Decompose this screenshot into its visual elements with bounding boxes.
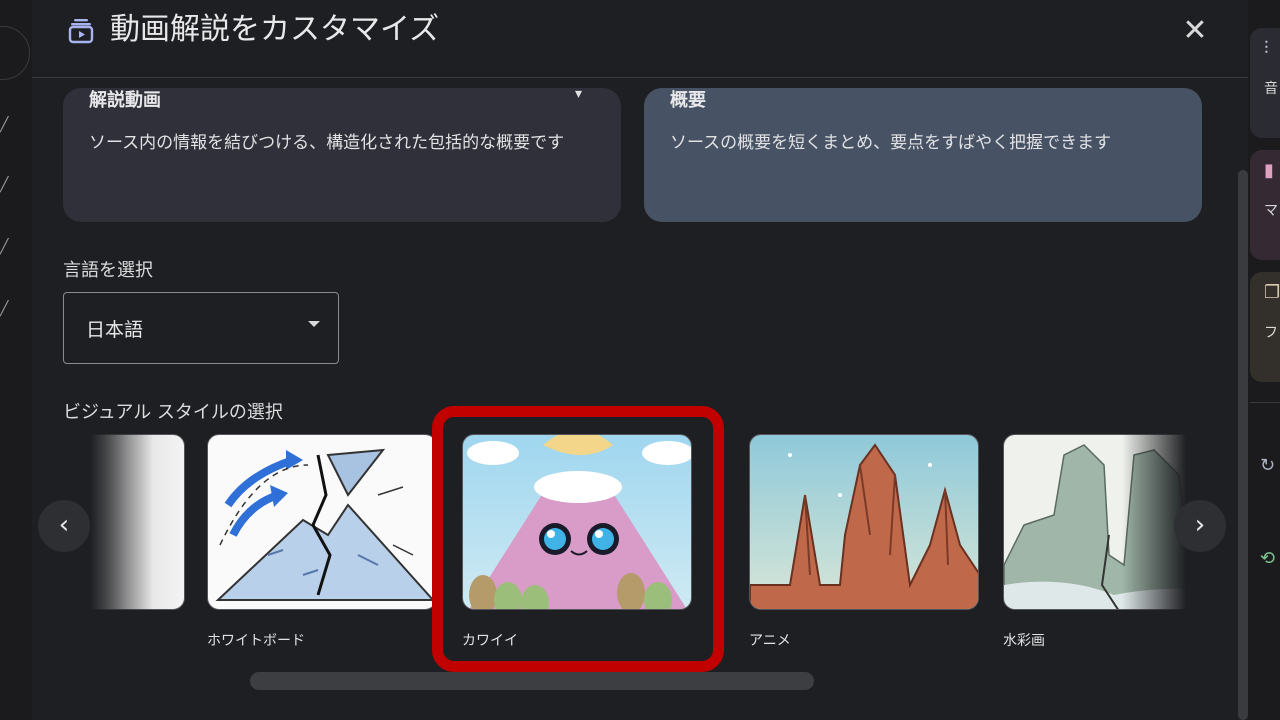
flashcards-icon: ❐: [1264, 282, 1280, 303]
edit-icon: ╱: [0, 177, 9, 193]
carousel-next-button[interactable]: ›: [1174, 500, 1226, 552]
customize-video-dialog: 動画解説をカスタマイズ ✕ 解説動画 ▾ ソース内の情報を結びつける、構造化され…: [32, 0, 1248, 720]
format-card-explainer[interactable]: 解説動画 ▾ ソース内の情報を結びつける、構造化された包括的な概要です: [63, 88, 621, 222]
side-card-flashcards[interactable]: ❐ フ: [1250, 272, 1280, 382]
refresh-icon[interactable]: ↻: [1260, 455, 1275, 476]
side-card-mindmap[interactable]: ▮ マ: [1250, 150, 1280, 260]
style-carousel: ホワイトボード カワイイ アニメ 水彩画: [63, 428, 1202, 694]
dialog-header: 動画解説をカスタマイズ ✕: [32, 0, 1248, 78]
language-select[interactable]: 日本語: [63, 292, 339, 364]
divider: [1250, 402, 1280, 403]
visual-style-label: ビジュアル スタイルの選択: [63, 402, 283, 423]
style-label: ホワイトボード: [207, 633, 305, 649]
chevron-down-icon: [308, 321, 320, 327]
style-label: アニメ: [749, 633, 791, 649]
carousel-fade-left: [63, 428, 153, 694]
anime-rocks-thumbnail: [749, 434, 979, 610]
mindmap-icon: ▮: [1264, 160, 1274, 181]
edit-icon: ╱: [0, 117, 9, 133]
close-button[interactable]: ✕: [1180, 16, 1210, 46]
side-card-label: 音: [1264, 81, 1278, 97]
side-card-audio[interactable]: ⫶ 音: [1250, 28, 1280, 138]
avatar: [0, 26, 30, 80]
format-card-description: ソースの概要を短くまとめ、要点をすばやく把握できます: [670, 133, 1112, 153]
whiteboard-volcano-thumbnail: [207, 434, 437, 610]
side-card-label: フ: [1264, 325, 1278, 341]
background-right-panel: ⫶ 音 ▮ マ ❐ フ ↻ ⟲: [1248, 0, 1280, 720]
edit-icon: ╱: [0, 301, 9, 317]
style-label: カワイイ: [462, 633, 518, 649]
format-card-brief[interactable]: 概要 ソースの概要を短くまとめ、要点をすばやく把握できます: [644, 88, 1202, 222]
carousel-scrollbar[interactable]: [250, 672, 814, 690]
dialog-scrollbar[interactable]: [1238, 170, 1248, 720]
sync-icon[interactable]: ⟲: [1260, 548, 1275, 569]
side-card-label: マ: [1264, 203, 1278, 219]
carousel-fade-right: [1122, 428, 1202, 694]
dialog-title: 動画解説をカスタマイズ: [110, 12, 440, 47]
chevron-down-icon: ▾: [575, 88, 583, 102]
kawaii-volcano-thumbnail: [462, 434, 692, 610]
carousel-prev-button[interactable]: ‹: [38, 500, 90, 552]
language-label: 言語を選択: [63, 260, 153, 281]
format-card-title: 解説動画: [89, 90, 161, 111]
background-left-panel: ╱ ╱ ╱ ╱: [0, 0, 32, 720]
language-value: 日本語: [86, 319, 144, 341]
format-card-description: ソース内の情報を結びつける、構造化された包括的な概要です: [89, 133, 565, 153]
edit-icon: ╱: [0, 239, 9, 255]
format-card-title: 概要: [670, 90, 706, 111]
style-label: 水彩画: [1003, 633, 1045, 649]
video-overview-icon: [68, 19, 94, 44]
audio-wave-icon: ⫶: [1264, 38, 1269, 59]
